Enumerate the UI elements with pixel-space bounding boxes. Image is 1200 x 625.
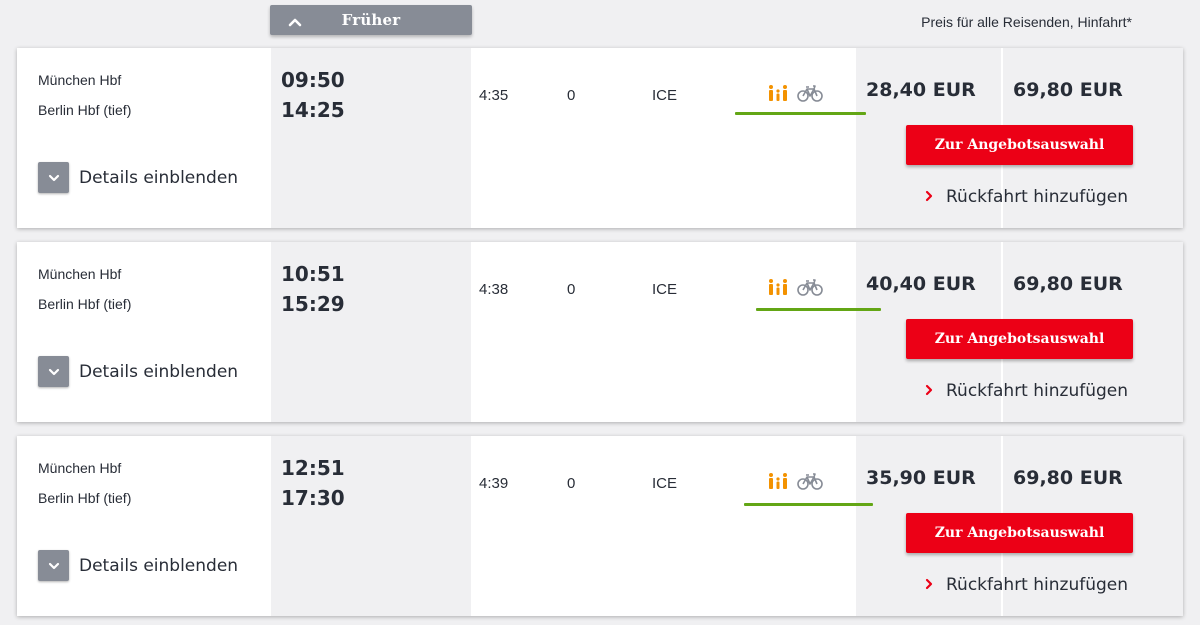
chevron-right-icon <box>925 381 933 401</box>
show-details-label: Details einblenden <box>79 167 239 188</box>
add-return-link[interactable]: Rückfahrt hinzufügen <box>925 381 1128 401</box>
show-details-label: Details einblenden <box>79 555 239 576</box>
departure-station: München Hbf <box>38 266 122 282</box>
add-return-label: Rückfahrt hinzufügen <box>946 575 1129 595</box>
departure-time: 09:50 <box>281 68 345 92</box>
chevron-down-icon <box>38 356 69 387</box>
add-return-link[interactable]: Rückfahrt hinzufügen <box>925 187 1128 207</box>
chevron-down-icon <box>38 550 69 581</box>
show-details-toggle[interactable]: Details einblenden <box>38 162 238 193</box>
chevron-right-icon <box>925 187 933 207</box>
flex-price[interactable]: 69,80 EUR <box>1013 273 1123 295</box>
train-product: ICE <box>652 475 678 492</box>
offer-selection-button[interactable]: Zur Angebotsauswahl <box>906 319 1133 359</box>
add-return-label: Rückfahrt hinzufügen <box>946 187 1129 207</box>
results-header: Früher Preis für alle Reisenden, Hinfahr… <box>0 0 1200 48</box>
departure-time: 10:51 <box>281 262 345 286</box>
family-icon <box>767 84 789 107</box>
service-icons <box>767 84 823 106</box>
travel-duration: 4:39 <box>479 475 509 492</box>
earlier-button[interactable]: Früher <box>270 5 472 35</box>
bicycle-icon <box>797 278 823 301</box>
bicycle-icon <box>797 472 823 495</box>
arrival-time: 14:25 <box>281 98 345 122</box>
show-details-toggle[interactable]: Details einblenden <box>38 356 238 387</box>
departure-station: München Hbf <box>38 72 122 88</box>
travel-duration: 4:35 <box>479 87 509 104</box>
connection-card: München Hbf Berlin Hbf (tief) 09:50 14:2… <box>17 48 1183 228</box>
show-details-label: Details einblenden <box>79 361 239 382</box>
family-icon <box>767 278 789 301</box>
saver-price[interactable]: 35,90 EUR <box>866 467 976 489</box>
price-note: Preis für alle Reisenden, Hinfahrt* <box>921 14 1132 30</box>
arrival-station: Berlin Hbf (tief) <box>38 102 132 118</box>
add-return-label: Rückfahrt hinzufügen <box>946 381 1129 401</box>
arrival-time: 15:29 <box>281 292 345 316</box>
service-icons <box>767 278 823 300</box>
offer-selection-button[interactable]: Zur Angebotsauswahl <box>906 513 1133 553</box>
chevron-down-icon <box>38 162 69 193</box>
connection-card: München Hbf Berlin Hbf (tief) 10:51 15:2… <box>17 242 1183 422</box>
arrival-time: 17:30 <box>281 486 345 510</box>
departure-station: München Hbf <box>38 460 122 476</box>
flex-price[interactable]: 69,80 EUR <box>1013 79 1123 101</box>
changes-count: 0 <box>567 87 576 104</box>
offer-selection-button[interactable]: Zur Angebotsauswahl <box>906 125 1133 165</box>
capacity-indicator <box>744 503 873 506</box>
chevron-up-icon <box>288 14 302 32</box>
travel-duration: 4:38 <box>479 281 509 298</box>
changes-count: 0 <box>567 281 576 298</box>
show-details-toggle[interactable]: Details einblenden <box>38 550 238 581</box>
changes-count: 0 <box>567 475 576 492</box>
train-product: ICE <box>652 281 678 298</box>
capacity-indicator <box>735 112 866 115</box>
bicycle-icon <box>797 84 823 107</box>
saver-price[interactable]: 40,40 EUR <box>866 273 976 295</box>
saver-price[interactable]: 28,40 EUR <box>866 79 976 101</box>
connection-card: München Hbf Berlin Hbf (tief) 12:51 17:3… <box>17 436 1183 616</box>
arrival-station: Berlin Hbf (tief) <box>38 296 132 312</box>
family-icon <box>767 472 789 495</box>
train-product: ICE <box>652 87 678 104</box>
add-return-link[interactable]: Rückfahrt hinzufügen <box>925 575 1128 595</box>
departure-time: 12:51 <box>281 456 345 480</box>
service-icons <box>767 472 823 494</box>
capacity-indicator <box>756 308 881 311</box>
arrival-station: Berlin Hbf (tief) <box>38 490 132 506</box>
flex-price[interactable]: 69,80 EUR <box>1013 467 1123 489</box>
chevron-right-icon <box>925 575 933 595</box>
